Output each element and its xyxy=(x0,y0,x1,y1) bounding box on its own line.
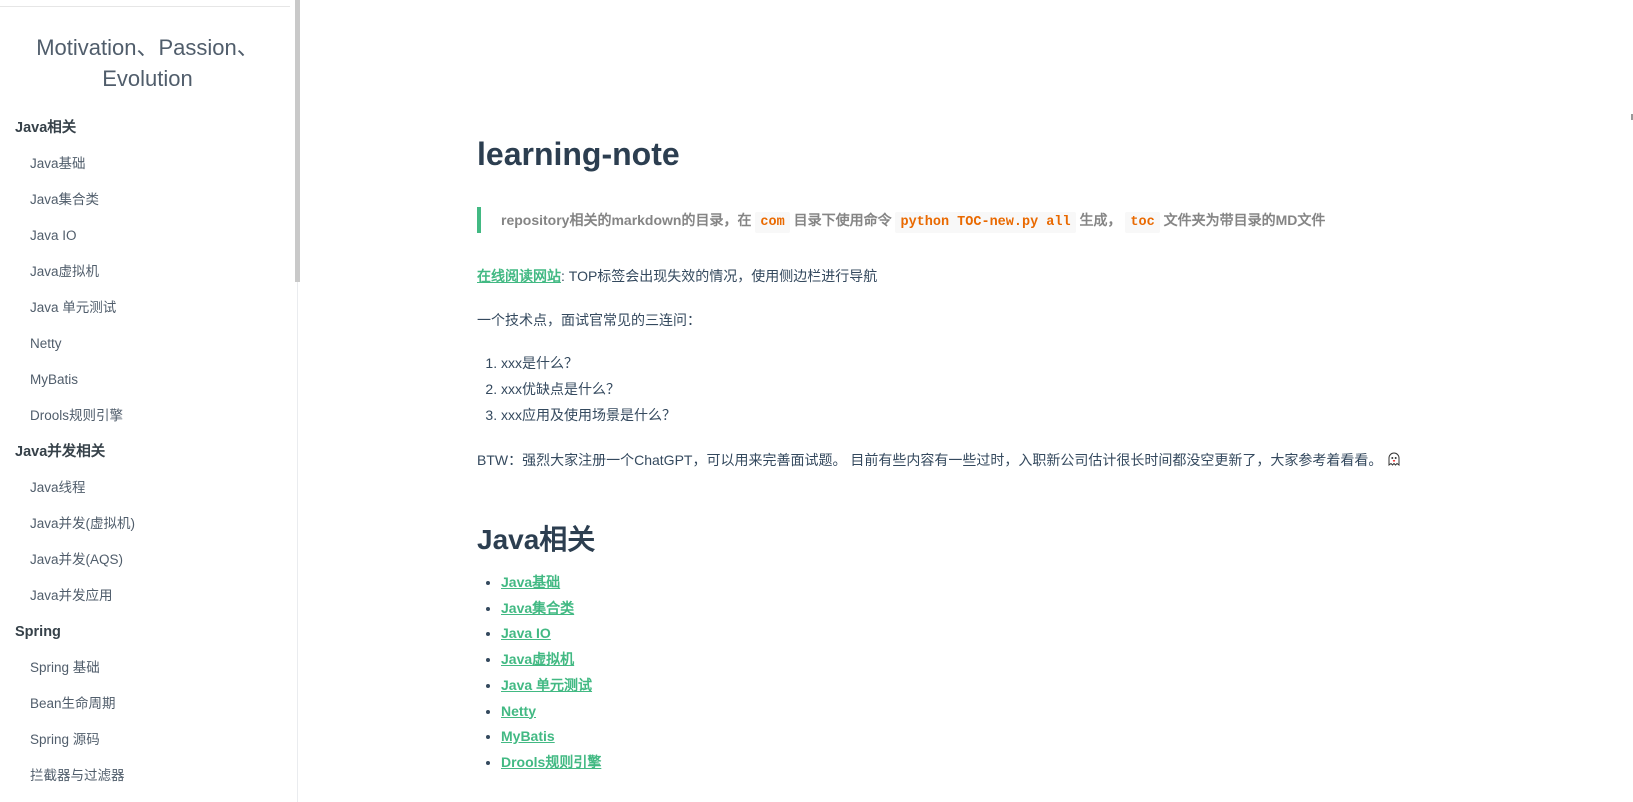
sidebar-item-concurrency-apps[interactable]: Java并发应用 xyxy=(0,578,290,614)
repo-blockquote: repository相关的markdown的目录，在 com 目录下使用命令 p… xyxy=(477,207,1325,233)
list-item: Java IO xyxy=(501,621,601,647)
sidebar-item-bean-lifecycle[interactable]: Bean生命周期 xyxy=(0,686,290,722)
sidebar-item-netty[interactable]: Netty xyxy=(0,326,290,362)
blockquote-text-1: repository相关的markdown的目录，在 xyxy=(501,212,752,228)
sidebar-item-java-basics[interactable]: Java基础 xyxy=(0,146,290,182)
online-reading-note: : TOP标签会出现失效的情况，使用侧边栏进行导航 xyxy=(561,268,878,284)
list-item: Java虚拟机 xyxy=(501,647,601,673)
site-title[interactable]: Motivation、Passion、Evolution xyxy=(20,32,275,94)
list-item: Drools规则引擎 xyxy=(501,750,601,776)
link-java-basics[interactable]: Java基础 xyxy=(501,574,560,590)
section-title-java: Java相关 xyxy=(477,524,596,555)
list-item: Java 单元测试 xyxy=(501,673,601,699)
list-item: MyBatis xyxy=(501,724,601,750)
sidebar-group-spring[interactable]: Spring xyxy=(0,614,290,650)
sidebar-item-spring-basics[interactable]: Spring 基础 xyxy=(0,650,290,686)
sidebar: Motivation、Passion、Evolution Java相关 Java… xyxy=(0,0,298,802)
list-item: Java基础 xyxy=(501,570,601,596)
blockquote-text-3: 生成， xyxy=(1079,212,1122,228)
link-jvm[interactable]: Java虚拟机 xyxy=(501,651,574,667)
page-title: learning-note xyxy=(477,136,680,172)
link-netty[interactable]: Netty xyxy=(501,703,536,719)
sidebar-item-java-io[interactable]: Java IO xyxy=(0,218,290,254)
link-java-io[interactable]: Java IO xyxy=(501,625,551,641)
online-reading-link[interactable]: 在线阅读网站 xyxy=(477,268,561,284)
list-item: Netty xyxy=(501,699,601,725)
btw-note: BTW：强烈大家注册一个ChatGPT，可以用来完善面试题。 目前有些内容有一些… xyxy=(477,450,1402,470)
link-drools[interactable]: Drools规则引擎 xyxy=(501,754,601,770)
sidebar-item-concurrency-aqs[interactable]: Java并发(AQS) xyxy=(0,542,290,578)
question-item: xxx应用及使用场景是什么？ xyxy=(501,402,676,428)
sidebar-item-mybatis[interactable]: MyBatis xyxy=(0,362,290,398)
code-toc: toc xyxy=(1125,212,1160,233)
sidebar-scrollbar[interactable] xyxy=(295,0,300,282)
sidebar-item-interceptor-filter[interactable]: 拦截器与过滤器 xyxy=(0,758,290,794)
sidebar-item-unit-test[interactable]: Java 单元测试 xyxy=(0,290,290,326)
link-java-collections[interactable]: Java集合类 xyxy=(501,600,574,616)
list-item: Java集合类 xyxy=(501,596,601,622)
code-com: com xyxy=(755,212,790,233)
btw-text: BTW：强烈大家注册一个ChatGPT，可以用来完善面试题。 目前有些内容有一些… xyxy=(477,452,1383,468)
intro-text: 一个技术点，面试官常见的三连问： xyxy=(477,312,701,328)
blockquote-text-2: 目录下使用命令 xyxy=(793,212,892,228)
sidebar-item-concurrency-jvm[interactable]: Java并发(虚拟机) xyxy=(0,506,290,542)
sidebar-group-java[interactable]: Java相关 xyxy=(0,110,290,146)
ghost-icon xyxy=(1388,452,1400,466)
link-mybatis[interactable]: MyBatis xyxy=(501,728,555,744)
question-list: xxx是什么？ xxx优缺点是什么？ xxx应用及使用场景是什么？ xyxy=(477,350,676,428)
online-reading-line: 在线阅读网站: TOP标签会出现失效的情况，使用侧边栏进行导航 xyxy=(477,266,877,286)
java-links-list: Java基础 Java集合类 Java IO Java虚拟机 Java 单元测试… xyxy=(477,570,601,776)
sidebar-item-jvm[interactable]: Java虚拟机 xyxy=(0,254,290,290)
sidebar-divider xyxy=(0,6,290,7)
sidebar-group-java-concurrency[interactable]: Java并发相关 xyxy=(0,434,290,470)
sidebar-item-drools[interactable]: Drools规则引擎 xyxy=(0,398,290,434)
sidebar-item-java-collections[interactable]: Java集合类 xyxy=(0,182,290,218)
blockquote-text-4: 文件夹为带目录的MD文件 xyxy=(1163,212,1326,228)
sidebar-item-spring-source[interactable]: Spring 源码 xyxy=(0,722,290,758)
link-unit-test[interactable]: Java 单元测试 xyxy=(501,677,592,693)
question-item: xxx优缺点是什么？ xyxy=(501,376,676,402)
sidebar-item-java-thread[interactable]: Java线程 xyxy=(0,470,290,506)
sidebar-nav: Java相关 Java基础 Java集合类 Java IO Java虚拟机 Ja… xyxy=(0,110,290,794)
code-command: python TOC-new.py all xyxy=(895,212,1076,233)
question-item: xxx是什么？ xyxy=(501,350,676,376)
